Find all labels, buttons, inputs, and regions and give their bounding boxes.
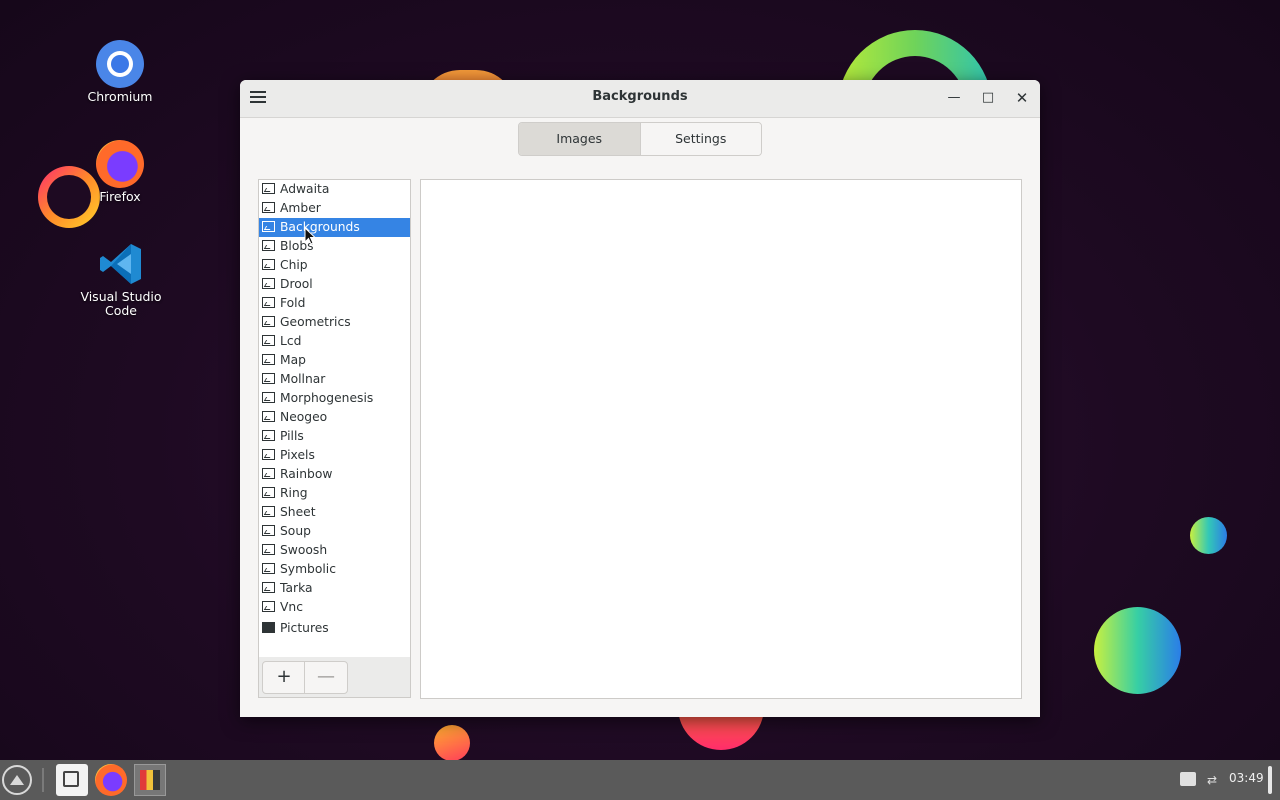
desktop-icon-label: Firefox [99, 189, 141, 204]
list-item[interactable]: Drool [259, 275, 410, 294]
image-folder-icon [262, 259, 275, 270]
list-item[interactable]: Fold [259, 294, 410, 313]
close-icon[interactable]: ✕ [1012, 88, 1032, 108]
list-toolbar: + — [258, 657, 411, 698]
taskbar-clock[interactable]: 03:49 [1229, 771, 1264, 785]
image-folder-icon [262, 183, 275, 194]
desktop-icon-label: Chromium [87, 89, 153, 104]
list-item[interactable]: Blobs [259, 237, 410, 256]
image-folder-icon [262, 240, 275, 251]
image-folder-icon [262, 221, 275, 232]
taskbar [0, 760, 1280, 800]
list-item[interactable]: Ring [259, 484, 410, 503]
firefox-icon [96, 140, 144, 188]
pictures-folder-icon [262, 622, 275, 633]
image-folder-icon [262, 563, 275, 574]
start-menu-icon[interactable] [2, 765, 32, 795]
image-folder-icon [262, 544, 275, 555]
image-folder-icon [262, 430, 275, 441]
list-item[interactable]: Sheet [259, 503, 410, 522]
list-item[interactable]: Mollnar [259, 370, 410, 389]
image-folder-icon [262, 525, 275, 536]
image-folder-icon [262, 506, 275, 517]
maximize-icon[interactable]: □ [978, 88, 998, 108]
image-folder-icon [262, 487, 275, 498]
list-item[interactable]: Morphogenesis [259, 389, 410, 408]
window-titlebar[interactable]: Backgrounds — □ ✕ [240, 80, 1040, 118]
list-item[interactable]: Geometrics [259, 313, 410, 332]
remove-folder-button[interactable]: — [304, 661, 348, 694]
firefox-icon[interactable] [95, 764, 127, 796]
minimize-icon[interactable]: — [944, 88, 964, 108]
list-item[interactable]: Swoosh [259, 541, 410, 560]
taskbar-separator [42, 768, 44, 792]
desktop-icon-chromium[interactable]: Chromium [75, 40, 165, 104]
image-folder-icon [262, 449, 275, 460]
image-folder-icon [262, 411, 275, 422]
image-folder-icon [262, 468, 275, 479]
folder-list: Adwaita Amber Backgrounds Blobs Chip Dro… [258, 179, 411, 659]
image-folder-icon [262, 202, 275, 213]
list-item[interactable]: Symbolic [259, 560, 410, 579]
list-item[interactable]: Map [259, 351, 410, 370]
list-item[interactable]: Pixels [259, 446, 410, 465]
list-item[interactable]: Vnc [259, 598, 410, 617]
image-folder-icon [262, 278, 275, 289]
image-folder-icon [262, 316, 275, 327]
chromium-icon [96, 40, 144, 88]
list-item-selected[interactable]: Backgrounds [259, 218, 410, 237]
image-folder-icon [262, 373, 275, 384]
backgrounds-app-icon[interactable] [134, 764, 166, 796]
printer-icon[interactable] [1180, 772, 1196, 786]
desktop-icon-vscode[interactable]: Visual Studio Code [76, 240, 166, 318]
image-folder-icon [262, 354, 275, 365]
list-item[interactable]: Amber [259, 199, 410, 218]
list-item[interactable]: Rainbow [259, 465, 410, 484]
vscode-icon [97, 240, 145, 288]
desktop-icon-firefox[interactable]: Firefox [75, 140, 165, 204]
file-manager-icon[interactable] [56, 764, 88, 796]
list-item[interactable]: Neogeo [259, 408, 410, 427]
network-icon[interactable]: ⇄ [1207, 773, 1223, 787]
image-folder-icon [262, 601, 275, 612]
wallpaper-ball-shape [434, 725, 470, 761]
list-item[interactable]: Pills [259, 427, 410, 446]
list-item[interactable]: Chip [259, 256, 410, 275]
wallpaper-ball-shape [1094, 607, 1181, 694]
image-folder-icon [262, 335, 275, 346]
image-folder-icon [262, 297, 275, 308]
add-folder-button[interactable]: + [262, 661, 306, 694]
list-item[interactable]: Soup [259, 522, 410, 541]
show-desktop-button[interactable] [1268, 766, 1272, 794]
tab-images[interactable]: Images [519, 123, 641, 155]
desktop-icon-label: Visual Studio Code [80, 289, 162, 318]
image-preview-area[interactable] [420, 179, 1022, 699]
window-title: Backgrounds [592, 89, 688, 104]
image-folder-icon [262, 582, 275, 593]
list-item[interactable]: Tarka [259, 579, 410, 598]
list-item[interactable]: Lcd [259, 332, 410, 351]
list-item-pictures[interactable]: Pictures [259, 619, 410, 638]
view-switcher: Images Settings [518, 122, 762, 156]
list-item[interactable]: Adwaita [259, 180, 410, 199]
image-folder-icon [262, 392, 275, 403]
wallpaper-ball-shape [1190, 517, 1227, 554]
tab-settings[interactable]: Settings [640, 123, 761, 155]
backgrounds-window: Backgrounds — □ ✕ Images Settings Adwait… [240, 80, 1040, 717]
